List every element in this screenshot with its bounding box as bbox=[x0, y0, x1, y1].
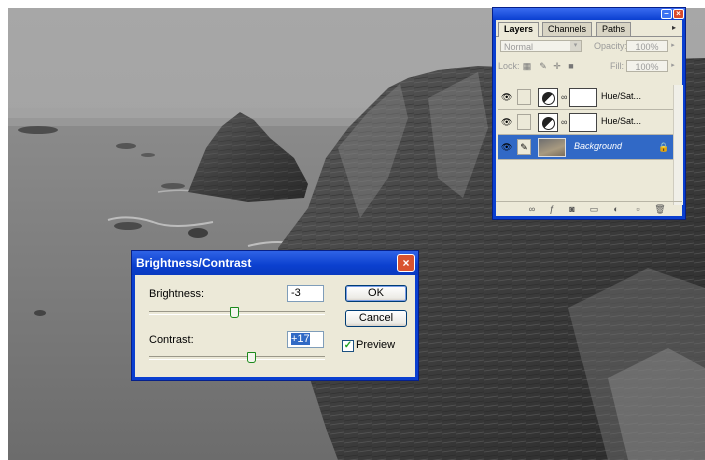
layer-row[interactable]: 👁 ∞ Hue/Sat... bbox=[498, 110, 673, 135]
tab-paths[interactable]: Paths bbox=[596, 22, 632, 36]
lock-row: Lock: ▦ ✎ ✛ ■ Fill: 100% ▸ bbox=[498, 60, 680, 74]
dialog-titlebar[interactable]: Brightness/Contrast × bbox=[132, 251, 418, 275]
tab-layers[interactable]: Layers bbox=[498, 22, 540, 37]
palette-titlebar[interactable]: – × bbox=[493, 8, 685, 20]
eye-icon[interactable]: 👁 bbox=[501, 117, 513, 127]
lock-move-icon[interactable]: ✛ bbox=[552, 61, 562, 71]
new-group-icon[interactable]: ▭ bbox=[588, 203, 600, 215]
palette-tabs: Layers Channels Paths ▸ bbox=[496, 20, 682, 37]
lock-transparency-icon[interactable]: ▦ bbox=[522, 61, 532, 71]
adjustment-thumbnail-icon bbox=[538, 88, 558, 107]
adjustment-thumbnail-icon bbox=[538, 113, 558, 132]
close-icon[interactable]: × bbox=[397, 254, 415, 272]
paintbrush-icon[interactable]: ✎ bbox=[517, 139, 531, 155]
fill-arrow-icon[interactable]: ▸ bbox=[669, 60, 677, 72]
layer-list-scrollbar[interactable] bbox=[673, 85, 683, 205]
brightness-contrast-dialog: Brightness/Contrast × Brightness: -3 Con… bbox=[131, 250, 419, 381]
contrast-slider-track[interactable] bbox=[149, 356, 325, 360]
ok-button[interactable]: OK bbox=[345, 285, 407, 302]
brightness-slider-thumb[interactable] bbox=[229, 307, 239, 318]
layer-mask-thumbnail[interactable] bbox=[569, 113, 597, 132]
layer-list: 👁 ∞ Hue/Sat... 👁 ∞ Hue/Sat... 👁 ✎ Backgr… bbox=[498, 85, 673, 205]
brightness-field[interactable]: -3 bbox=[287, 285, 324, 302]
opacity-field[interactable]: 100% bbox=[626, 40, 668, 52]
contrast-label: Contrast: bbox=[149, 334, 194, 346]
fill-field[interactable]: 100% bbox=[626, 60, 668, 72]
blend-row: Normal ▾ Opacity: 100% ▸ bbox=[498, 40, 680, 54]
layer-name: Hue/Sat... bbox=[601, 116, 642, 126]
layer-style-icon[interactable]: ƒ bbox=[546, 203, 558, 215]
link-cell[interactable] bbox=[517, 89, 531, 105]
chain-link-icon[interactable]: ∞ bbox=[561, 92, 567, 102]
chevron-down-icon: ▾ bbox=[570, 41, 581, 51]
fill-label: Fill: bbox=[610, 61, 624, 71]
lock-label: Lock: bbox=[498, 61, 520, 71]
blend-mode-select[interactable]: Normal ▾ bbox=[500, 40, 582, 52]
new-adjustment-icon[interactable]: ◐ bbox=[610, 203, 622, 215]
close-icon[interactable]: × bbox=[673, 9, 684, 19]
layer-mask-thumbnail[interactable] bbox=[569, 88, 597, 107]
chain-link-icon[interactable]: ∞ bbox=[561, 117, 567, 127]
link-cell[interactable] bbox=[517, 114, 531, 130]
trash-icon[interactable]: 🗑 bbox=[654, 203, 666, 215]
add-mask-icon[interactable]: ◙ bbox=[566, 203, 578, 215]
link-layers-icon[interactable]: ∞ bbox=[526, 203, 538, 215]
preview-checkbox[interactable]: ✓ bbox=[342, 340, 354, 352]
dialog-title: Brightness/Contrast bbox=[136, 256, 252, 270]
palette-menu-icon[interactable]: ▸ bbox=[669, 23, 679, 33]
eye-icon[interactable]: 👁 bbox=[501, 92, 513, 102]
palette-bottom-bar: ∞ ƒ ◙ ▭ ◐ ▫ 🗑 bbox=[496, 201, 682, 216]
new-layer-icon[interactable]: ▫ bbox=[632, 203, 644, 215]
lock-all-icon[interactable]: ■ bbox=[566, 61, 576, 71]
lock-paint-icon[interactable]: ✎ bbox=[538, 61, 548, 71]
opacity-label: Opacity: bbox=[594, 41, 628, 51]
layers-palette: – × Layers Channels Paths ▸ Normal ▾ Opa… bbox=[492, 7, 686, 220]
cancel-button[interactable]: Cancel bbox=[345, 310, 407, 327]
eye-icon[interactable]: 👁 bbox=[501, 142, 513, 152]
minimize-icon[interactable]: – bbox=[661, 9, 672, 19]
brightness-label: Brightness: bbox=[149, 288, 205, 300]
layer-thumbnail bbox=[538, 138, 566, 157]
tab-channels[interactable]: Channels bbox=[542, 22, 593, 36]
layer-name: Hue/Sat... bbox=[601, 91, 642, 101]
contrast-field[interactable]: +17 bbox=[287, 331, 324, 348]
contrast-slider-thumb[interactable] bbox=[247, 352, 257, 363]
layer-row-background[interactable]: 👁 ✎ Background 🔒 bbox=[498, 135, 673, 160]
layer-name: Background bbox=[574, 141, 623, 151]
opacity-arrow-icon[interactable]: ▸ bbox=[669, 40, 677, 52]
layer-row[interactable]: 👁 ∞ Hue/Sat... bbox=[498, 85, 673, 110]
preview-label: Preview bbox=[356, 339, 396, 351]
lock-icon: 🔒 bbox=[658, 142, 670, 152]
